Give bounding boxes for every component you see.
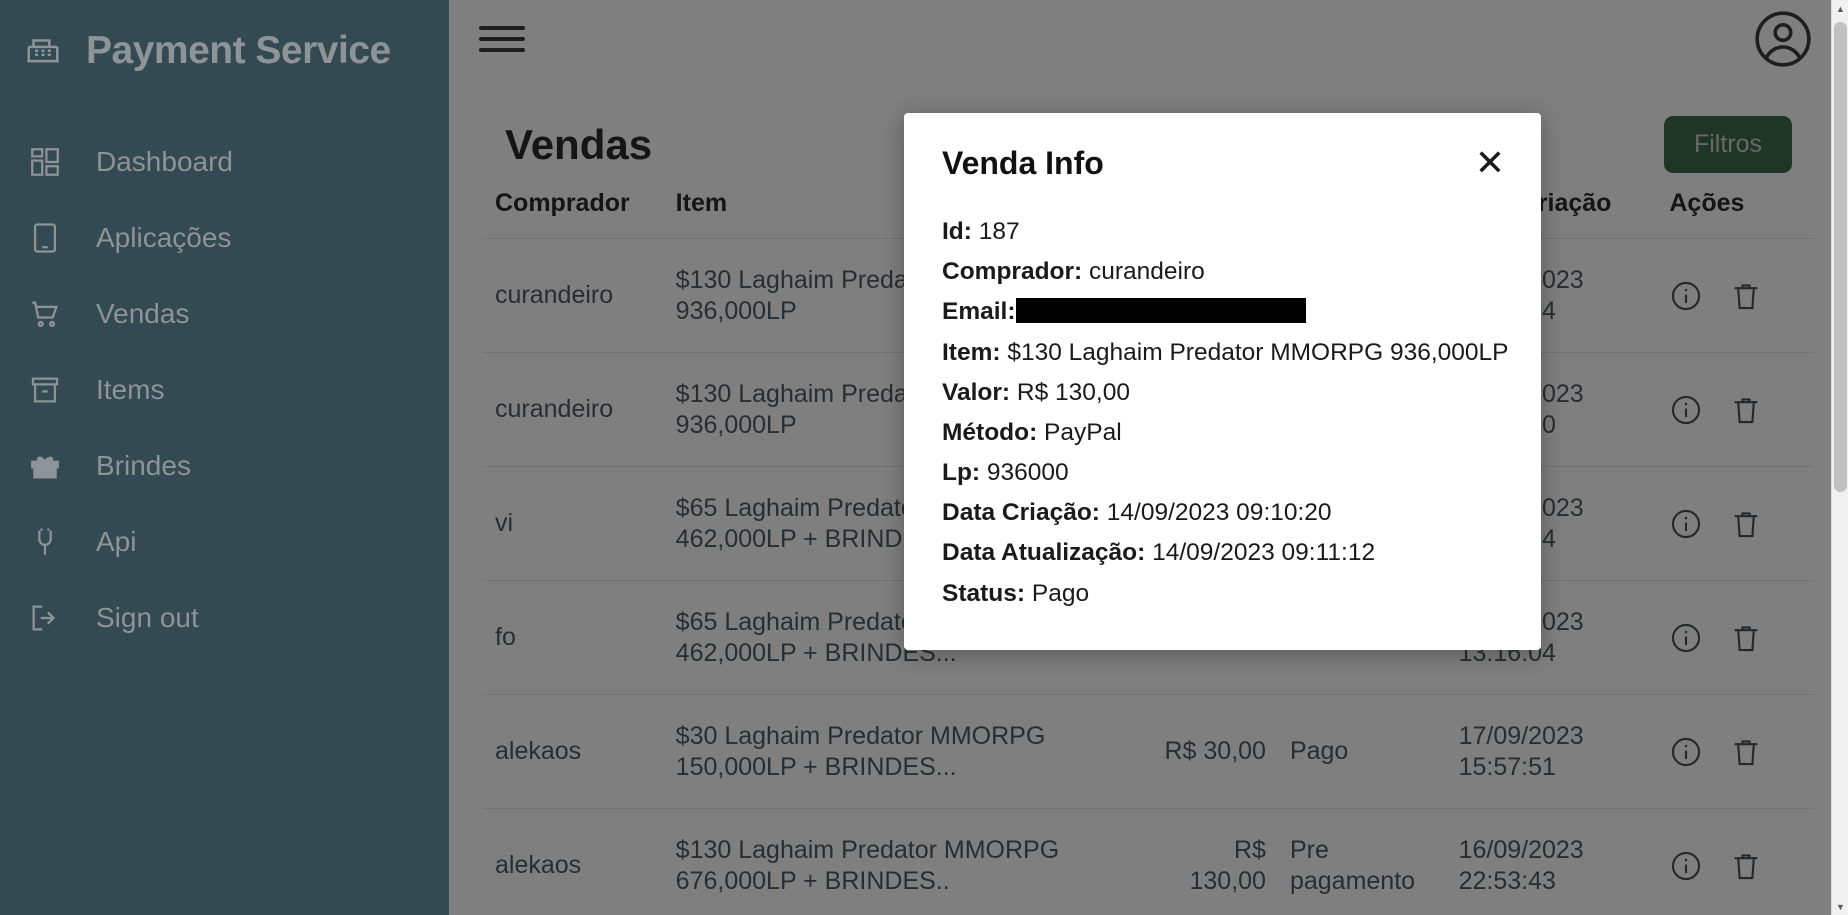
modal-field-label: Status: [942, 579, 1026, 607]
modal-field-row: Comprador: curandeiro [942, 252, 1507, 292]
sidebar: Payment Service Dashboard Aplicações Ven… [0, 0, 449, 915]
sidebar-nav: Dashboard Aplicações Vendas Items Brinde… [0, 124, 449, 656]
gift-icon [24, 445, 66, 487]
modal-field-label: Valor: [942, 378, 1011, 406]
sidebar-item-items[interactable]: Items [0, 352, 449, 428]
sidebar-item-aplicacoes[interactable]: Aplicações [0, 200, 449, 276]
sidebar-item-label: Dashboard [96, 146, 233, 177]
sidebar-item-dashboard[interactable]: Dashboard [0, 124, 449, 200]
scroll-up-arrow-icon[interactable]: ▲ [1832, 0, 1848, 17]
modal-field-row: Item: $130 Laghaim Predator MMORPG 936,0… [942, 333, 1509, 373]
modal-title: Venda Info [942, 145, 1104, 181]
sidebar-item-sign-out[interactable]: Sign out [0, 580, 449, 656]
sidebar-item-vendas[interactable]: Vendas [0, 276, 449, 352]
modal-field-label: Comprador: [942, 258, 1083, 286]
sidebar-item-label: Vendas [96, 298, 190, 329]
modal-field-value: Pago [1025, 579, 1090, 607]
modal-field-row: Valor: R$ 130,00 [942, 373, 1507, 413]
sidebar-item-label: Sign out [96, 602, 199, 633]
modal-field-row: Lp: 936000 [942, 453, 1507, 493]
modal-field-value: 936000 [980, 459, 1069, 487]
modal-field-row: Id: 187 [942, 212, 1507, 252]
modal-field-value: curandeiro [1082, 258, 1205, 286]
dashboard-grid-icon [24, 141, 66, 183]
modal-field-label: Data Atualização: [942, 539, 1146, 567]
modal-field-value: PayPal [1037, 418, 1122, 446]
modal-header: Venda Info ✕ [942, 145, 1507, 182]
close-icon[interactable]: ✕ [1473, 145, 1507, 181]
app-root: Payment Service Dashboard Aplicações Ven… [0, 0, 1848, 915]
brand-title: Payment Service [86, 28, 391, 72]
sidebar-item-label: Items [96, 374, 165, 405]
modal-body: Id: 187 Comprador: curandeiro Email: Item: … [942, 212, 1509, 614]
shopping-cart-icon [24, 293, 66, 335]
page-scrollbar[interactable]: ▲ ▼ [1831, 0, 1848, 915]
box-archive-icon [24, 369, 66, 411]
modal-field-label: Email: [942, 298, 1016, 326]
redacted-email-value [1015, 298, 1306, 324]
main-area: Vendas Filtros Comprador Item Valor Stat… [449, 0, 1848, 915]
brand: Payment Service [0, 0, 449, 80]
modal-field-value: 14/09/2023 09:11:12 [1145, 539, 1376, 567]
modal-field-row: Data Atualização: 14/09/2023 09:11:12 [942, 533, 1507, 573]
venda-info-modal: Venda Info ✕ Id: 187 Comprador: curandeir… [904, 113, 1541, 650]
scrollbar-thumb[interactable] [1834, 22, 1847, 492]
sign-out-icon [24, 597, 66, 639]
modal-field-value: 14/09/2023 09:10:20 [1099, 499, 1332, 527]
tablet-icon [24, 217, 66, 259]
modal-field-label: Item: [942, 338, 1001, 366]
modal-field-row: Status: Pago [942, 574, 1507, 614]
modal-field-label: Método: [942, 418, 1038, 446]
sidebar-item-label: Brindes [96, 450, 191, 481]
cash-register-icon [22, 29, 64, 71]
modal-field-value: 187 [971, 218, 1020, 245]
scroll-down-arrow-icon[interactable]: ▼ [1832, 898, 1848, 915]
modal-field-label: Id: [942, 218, 972, 245]
modal-field-value: R$ 130,00 [1010, 378, 1130, 406]
modal-field-row: Método: PayPal [942, 413, 1507, 453]
modal-field-label: Lp: [942, 459, 981, 487]
modal-field-label: Data Criação: [942, 499, 1100, 527]
modal-field-value: $130 Laghaim Predator MMORPG 936,000LP [1000, 338, 1509, 366]
sidebar-item-label: Api [96, 526, 137, 557]
sidebar-item-label: Aplicações [96, 222, 232, 253]
sidebar-item-api[interactable]: Api [0, 504, 449, 580]
plug-icon [24, 521, 66, 563]
sidebar-item-brindes[interactable]: Brindes [0, 428, 449, 504]
modal-field-row: Email: [942, 292, 1507, 332]
modal-field-row: Data Criação: 14/09/2023 09:10:20 [942, 493, 1507, 533]
